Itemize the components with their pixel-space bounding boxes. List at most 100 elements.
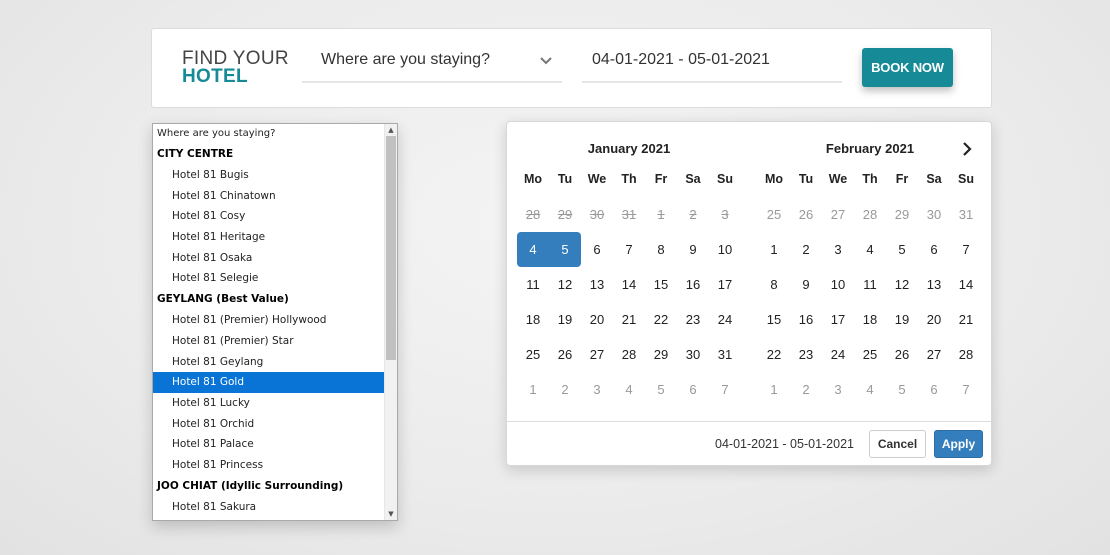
- calendar-day[interactable]: 28: [613, 337, 645, 372]
- dropdown-option[interactable]: Hotel 81 (Premier) Star: [153, 331, 385, 352]
- calendar-day[interactable]: 10: [822, 267, 854, 302]
- calendar-day[interactable]: 6: [581, 232, 613, 267]
- calendar-day[interactable]: 27: [918, 337, 950, 372]
- next-month-icon[interactable]: [961, 142, 973, 156]
- calendar-day[interactable]: 22: [645, 302, 677, 337]
- calendar-day[interactable]: 12: [549, 267, 581, 302]
- dropdown-option[interactable]: Hotel 81 Lucky: [153, 393, 385, 414]
- calendar-day[interactable]: 13: [581, 267, 613, 302]
- calendar-day[interactable]: 1: [758, 232, 790, 267]
- calendar-day[interactable]: 19: [886, 302, 918, 337]
- scrollbar-thumb[interactable]: [386, 136, 396, 360]
- calendar-day[interactable]: 21: [950, 302, 982, 337]
- calendar-day[interactable]: 21: [613, 302, 645, 337]
- calendar-day[interactable]: 15: [758, 302, 790, 337]
- calendar-day[interactable]: 4: [854, 372, 886, 407]
- calendar-day[interactable]: 28: [854, 197, 886, 232]
- calendar-day[interactable]: 14: [950, 267, 982, 302]
- calendar-day[interactable]: 31: [950, 197, 982, 232]
- calendar-day[interactable]: 6: [918, 372, 950, 407]
- calendar-day[interactable]: 9: [677, 232, 709, 267]
- cancel-button[interactable]: Cancel: [869, 430, 926, 458]
- calendar-day[interactable]: 7: [709, 372, 741, 407]
- calendar-day[interactable]: 6: [918, 232, 950, 267]
- calendar-day[interactable]: 24: [822, 337, 854, 372]
- calendar-day[interactable]: 12: [886, 267, 918, 302]
- calendar-day[interactable]: 26: [549, 337, 581, 372]
- calendar-day[interactable]: 13: [918, 267, 950, 302]
- calendar-day[interactable]: 16: [790, 302, 822, 337]
- calendar-day[interactable]: 24: [709, 302, 741, 337]
- calendar-day[interactable]: 2: [549, 372, 581, 407]
- calendar-day[interactable]: 2: [790, 232, 822, 267]
- dropdown-placeholder-option[interactable]: Where are you staying?: [153, 124, 385, 144]
- calendar-day[interactable]: 14: [613, 267, 645, 302]
- dropdown-option[interactable]: Hotel 81 Princess: [153, 455, 385, 476]
- calendar-day[interactable]: 29: [645, 337, 677, 372]
- calendar-day[interactable]: 23: [677, 302, 709, 337]
- calendar-day[interactable]: 19: [549, 302, 581, 337]
- calendar-day[interactable]: 15: [645, 267, 677, 302]
- calendar-day[interactable]: 6: [677, 372, 709, 407]
- dropdown-option[interactable]: Hotel 81 Palace: [153, 434, 385, 455]
- calendar-day[interactable]: 9: [790, 267, 822, 302]
- calendar-day[interactable]: 27: [822, 197, 854, 232]
- calendar-day[interactable]: 25: [758, 197, 790, 232]
- dropdown-option[interactable]: Hotel 81 Orchid: [153, 414, 385, 435]
- calendar-day[interactable]: 22: [758, 337, 790, 372]
- calendar-day[interactable]: 20: [581, 302, 613, 337]
- dropdown-option[interactable]: Hotel 81 Sakura: [153, 497, 385, 518]
- calendar-day[interactable]: 8: [758, 267, 790, 302]
- calendar-day[interactable]: 30: [677, 337, 709, 372]
- scroll-down-icon[interactable]: ▼: [385, 508, 397, 520]
- calendar-day[interactable]: 5: [886, 232, 918, 267]
- book-now-button[interactable]: BOOK NOW: [862, 48, 953, 87]
- calendar-day[interactable]: 7: [613, 232, 645, 267]
- calendar-day[interactable]: 8: [645, 232, 677, 267]
- calendar-day[interactable]: 5: [645, 372, 677, 407]
- calendar-day[interactable]: 1: [758, 372, 790, 407]
- calendar-day[interactable]: 11: [517, 267, 549, 302]
- calendar-day[interactable]: 4: [854, 232, 886, 267]
- location-select[interactable]: Where are you staying?: [302, 47, 562, 83]
- dropdown-option[interactable]: Hotel 81 Gold: [153, 372, 385, 393]
- scroll-up-icon[interactable]: ▲: [385, 124, 397, 136]
- dropdown-option[interactable]: Hotel 81 (Premier) Hollywood: [153, 310, 385, 331]
- dropdown-option[interactable]: Hotel 81 Geylang: [153, 352, 385, 373]
- calendar-day[interactable]: 5: [886, 372, 918, 407]
- dropdown-option[interactable]: Hotel 81 Chinatown: [153, 186, 385, 207]
- calendar-day[interactable]: 4: [517, 232, 549, 267]
- calendar-day[interactable]: 4: [613, 372, 645, 407]
- calendar-day[interactable]: 18: [517, 302, 549, 337]
- calendar-day[interactable]: 17: [822, 302, 854, 337]
- calendar-day[interactable]: 27: [581, 337, 613, 372]
- dropdown-scrollbar[interactable]: ▲ ▼: [384, 124, 397, 520]
- calendar-day[interactable]: 2: [790, 372, 822, 407]
- calendar-day[interactable]: 11: [854, 267, 886, 302]
- dropdown-option[interactable]: Hotel 81 Heritage: [153, 227, 385, 248]
- dropdown-option[interactable]: Hotel 81 Cosy: [153, 206, 385, 227]
- calendar-day[interactable]: 16: [677, 267, 709, 302]
- apply-button[interactable]: Apply: [934, 430, 983, 458]
- calendar-day[interactable]: 26: [886, 337, 918, 372]
- calendar-day[interactable]: 3: [822, 372, 854, 407]
- calendar-day[interactable]: 17: [709, 267, 741, 302]
- calendar-day[interactable]: 25: [517, 337, 549, 372]
- calendar-day[interactable]: 23: [790, 337, 822, 372]
- calendar-day[interactable]: 28: [950, 337, 982, 372]
- dropdown-option[interactable]: Hotel 81 Osaka: [153, 248, 385, 269]
- calendar-day[interactable]: 5: [549, 232, 581, 267]
- calendar-day[interactable]: 29: [886, 197, 918, 232]
- calendar-day[interactable]: 7: [950, 232, 982, 267]
- calendar-day[interactable]: 30: [918, 197, 950, 232]
- calendar-day[interactable]: 31: [709, 337, 741, 372]
- calendar-day[interactable]: 3: [822, 232, 854, 267]
- calendar-day[interactable]: 10: [709, 232, 741, 267]
- date-range-field[interactable]: 04-01-2021 - 05-01-2021: [582, 47, 842, 83]
- calendar-day[interactable]: 18: [854, 302, 886, 337]
- dropdown-option[interactable]: Hotel 81 Selegie: [153, 268, 385, 289]
- calendar-day[interactable]: 25: [854, 337, 886, 372]
- calendar-day[interactable]: 1: [517, 372, 549, 407]
- calendar-day[interactable]: 7: [950, 372, 982, 407]
- calendar-day[interactable]: 20: [918, 302, 950, 337]
